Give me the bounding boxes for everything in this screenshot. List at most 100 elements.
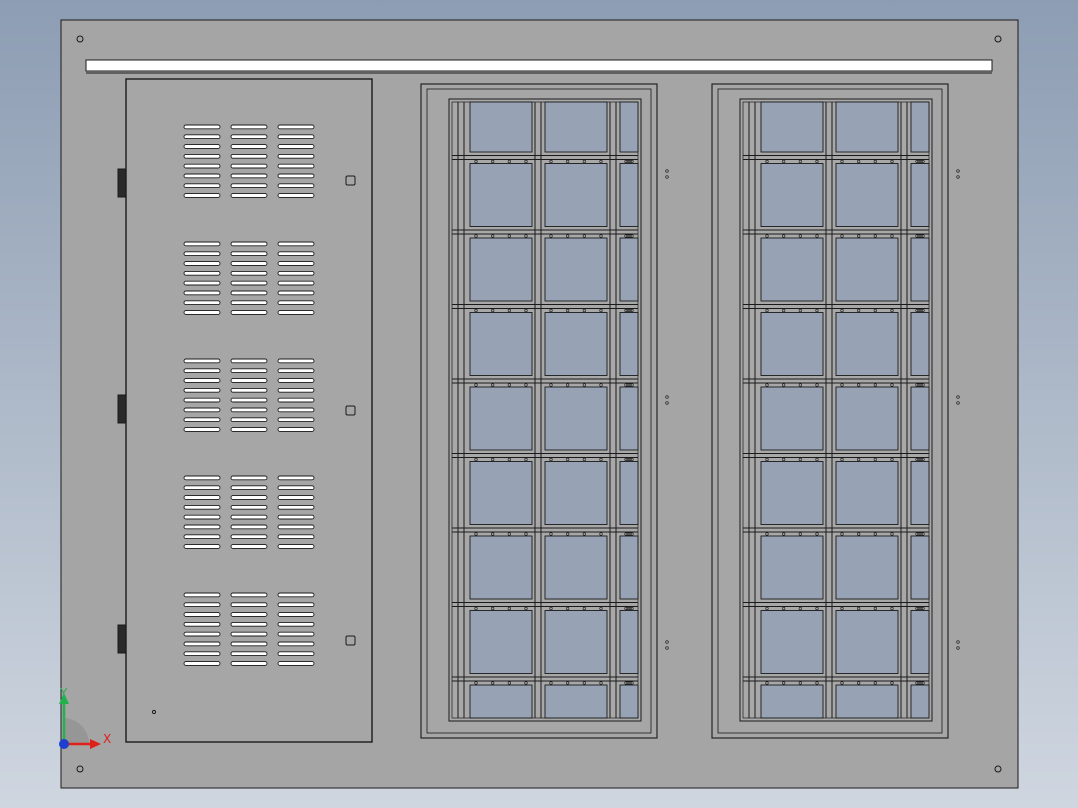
louver-slot: [230, 261, 268, 266]
louver-slot: [230, 193, 268, 198]
louver-slot: [277, 144, 315, 149]
glass-panel: [760, 237, 824, 302]
louver-slot: [230, 427, 268, 432]
louver-slot: [230, 241, 268, 247]
louver-slot: [277, 358, 315, 364]
glass-panel: [619, 163, 639, 227]
glass-panel: [835, 163, 899, 227]
louver-slot: [183, 183, 221, 189]
louver-slot: [277, 641, 315, 647]
glass-panel: [910, 461, 930, 525]
louver-slot: [183, 144, 221, 149]
glass-panel: [910, 684, 930, 719]
louver-slot: [230, 134, 268, 140]
louver-slot: [230, 153, 268, 159]
glass-panel: [760, 535, 824, 600]
louver-slot: [230, 475, 268, 481]
louver-slot: [183, 270, 221, 276]
louver-slot: [183, 290, 221, 296]
louver-slot: [277, 427, 315, 432]
cad-drawing: X Y: [59, 19, 1019, 789]
louver-slot: [183, 524, 221, 530]
louver-slot: [277, 621, 315, 627]
glass-panel: [835, 237, 899, 302]
louver-slot: [277, 241, 315, 247]
glass-panel: [469, 101, 533, 153]
louver-slot: [277, 270, 315, 276]
glass-panel: [544, 461, 608, 525]
louver-slot: [183, 475, 221, 481]
glass-panel: [469, 163, 533, 227]
glass-panel: [469, 312, 533, 376]
louver-slot: [230, 124, 268, 130]
louver-slot: [277, 300, 315, 306]
cabinet-1: [420, 83, 669, 739]
louver-slot: [183, 651, 221, 657]
louver-slot: [230, 183, 268, 189]
louver-slot: [277, 368, 315, 374]
glass-panel: [619, 461, 639, 525]
glass-panel: [469, 386, 533, 451]
glass-panel: [619, 312, 639, 376]
louver-slot: [230, 651, 268, 657]
louver-slot: [277, 261, 315, 266]
glass-panel: [619, 684, 639, 719]
louver-slot: [230, 378, 268, 383]
louver-slot: [230, 270, 268, 276]
glass-panel: [910, 535, 930, 600]
louver-slot: [183, 251, 221, 257]
glass-panel: [544, 237, 608, 302]
louver-slot: [183, 534, 221, 540]
louver-slot: [183, 241, 221, 247]
glass-panel: [760, 610, 824, 674]
louver-slot: [183, 514, 221, 520]
louver-slot: [277, 524, 315, 530]
louver-slot: [230, 602, 268, 608]
louver-slot: [277, 495, 315, 500]
louver-slot: [277, 378, 315, 383]
louver-slot: [277, 397, 315, 403]
louver-slot: [230, 251, 268, 257]
louver-slot: [183, 193, 221, 198]
glass-panel: [910, 312, 930, 376]
louver-slot: [277, 163, 315, 169]
louver-slot: [183, 124, 221, 130]
louver-slot: [183, 368, 221, 374]
louver-slot: [230, 544, 268, 549]
cad-viewport[interactable]: X Y: [0, 0, 1078, 808]
glass-panel: [835, 101, 899, 153]
louver-slot: [277, 661, 315, 666]
louver-slot: [183, 153, 221, 159]
louver-slot: [183, 641, 221, 647]
louver-slot: [230, 661, 268, 666]
louver-slot: [277, 592, 315, 598]
glass-panel: [910, 386, 930, 451]
door-hinge: [117, 624, 127, 654]
louver-slot: [230, 641, 268, 647]
louver-slot: [183, 621, 221, 627]
z-axis-dot: [59, 739, 69, 749]
glass-panel: [469, 610, 533, 674]
louver-slot: [183, 378, 221, 383]
louver-slot: [230, 280, 268, 286]
louver-slot: [183, 417, 221, 423]
glass-panel: [760, 386, 824, 451]
louver-slot: [183, 397, 221, 403]
louver-slot: [277, 153, 315, 159]
louver-slot: [277, 514, 315, 520]
louver-slot: [183, 612, 221, 617]
louver-slot: [277, 310, 315, 315]
glass-panel: [760, 101, 824, 153]
glass-panel: [469, 684, 533, 719]
louver-slot: [230, 612, 268, 617]
louver-slot: [277, 134, 315, 140]
louver-slot: [183, 358, 221, 364]
louver-slot: [183, 280, 221, 286]
louver-slot: [230, 534, 268, 540]
glass-panel: [544, 535, 608, 600]
glass-panel: [910, 237, 930, 302]
louver-slot: [230, 514, 268, 520]
louver-slot: [183, 504, 221, 510]
glass-panel: [760, 684, 824, 719]
louver-slot: [230, 290, 268, 296]
